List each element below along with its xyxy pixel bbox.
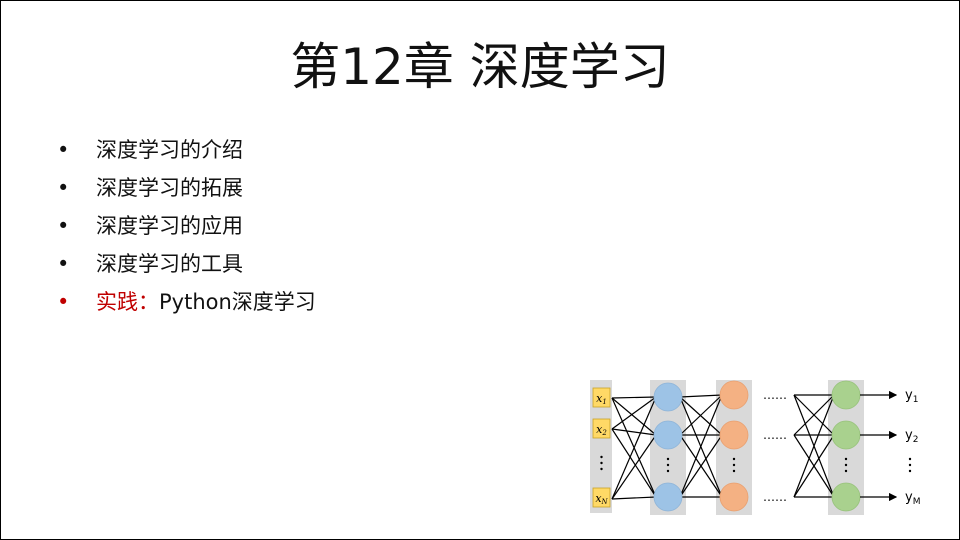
input-node-n: xN bbox=[592, 487, 611, 508]
output-label-m: yM bbox=[905, 490, 920, 507]
input-node-1: x1 bbox=[592, 387, 611, 408]
neuron-l1-2 bbox=[653, 420, 683, 450]
bullet-item-practice: • 实践：Python深度学习 bbox=[57, 283, 316, 321]
bullet-text: 深度学习的应用 bbox=[96, 214, 243, 238]
bullet-text: 深度学习的工具 bbox=[96, 252, 243, 276]
bullet-list: • 深度学习的介绍 • 深度学习的拓展 • 深度学习的应用 • 深度学习的工具 • 实践：… bbox=[57, 131, 316, 321]
bullet-marker: • bbox=[57, 176, 70, 200]
slide: 第12章 深度学习 • 深度学习的介绍 • 深度学习的拓展 • 深度学习的应用 • 深度… bbox=[0, 0, 960, 540]
layer-ellipsis: …… bbox=[763, 388, 787, 402]
bullet-marker: • bbox=[57, 214, 70, 238]
layer-ellipsis: …… bbox=[763, 490, 787, 504]
bullet-marker: • bbox=[57, 290, 70, 314]
neuron-l1-n bbox=[653, 482, 683, 512]
output-label-2: y2 bbox=[905, 428, 918, 445]
bullet-prefix: 实践： bbox=[96, 290, 159, 314]
bullet-item: • 深度学习的拓展 bbox=[57, 169, 316, 207]
input-label-sub: 1 bbox=[602, 398, 606, 406]
input-label-sub: 2 bbox=[601, 429, 607, 437]
neuron-l2-2 bbox=[719, 420, 749, 450]
neuron-out-1 bbox=[831, 380, 861, 410]
output-arrows bbox=[860, 390, 898, 502]
neuron-l2-1 bbox=[719, 380, 749, 410]
layer-ellipsis: …… bbox=[763, 428, 787, 442]
neuron-out-m bbox=[831, 482, 861, 512]
input-label-sub: N bbox=[601, 498, 609, 506]
input-node-2: x2 bbox=[592, 418, 611, 439]
bullet-item: • 深度学习的应用 bbox=[57, 207, 316, 245]
bullet-text: 深度学习的拓展 bbox=[96, 176, 243, 200]
output-label-vertical-dots bbox=[908, 457, 912, 473]
output-label-1: y1 bbox=[905, 388, 918, 405]
bullet-marker: • bbox=[57, 252, 70, 276]
slide-title: 第12章 深度学习 bbox=[290, 38, 670, 96]
bullet-item: • 深度学习的工具 bbox=[57, 245, 316, 283]
neural-network-diagram: x1 x2 xN …… …… …… y1 y2 yM bbox=[590, 380, 920, 515]
bullet-marker: • bbox=[57, 138, 70, 162]
bullet-text: 深度学习的介绍 bbox=[96, 138, 243, 162]
neuron-l2-n bbox=[719, 482, 749, 512]
connections-input-to-l1 bbox=[611, 396, 657, 500]
neuron-out-2 bbox=[831, 420, 861, 450]
neuron-l1-1 bbox=[653, 382, 683, 412]
bullet-text: Python深度学习 bbox=[159, 290, 316, 314]
connections-l1-to-l2 bbox=[679, 394, 723, 498]
bullet-item: • 深度学习的介绍 bbox=[57, 131, 316, 169]
